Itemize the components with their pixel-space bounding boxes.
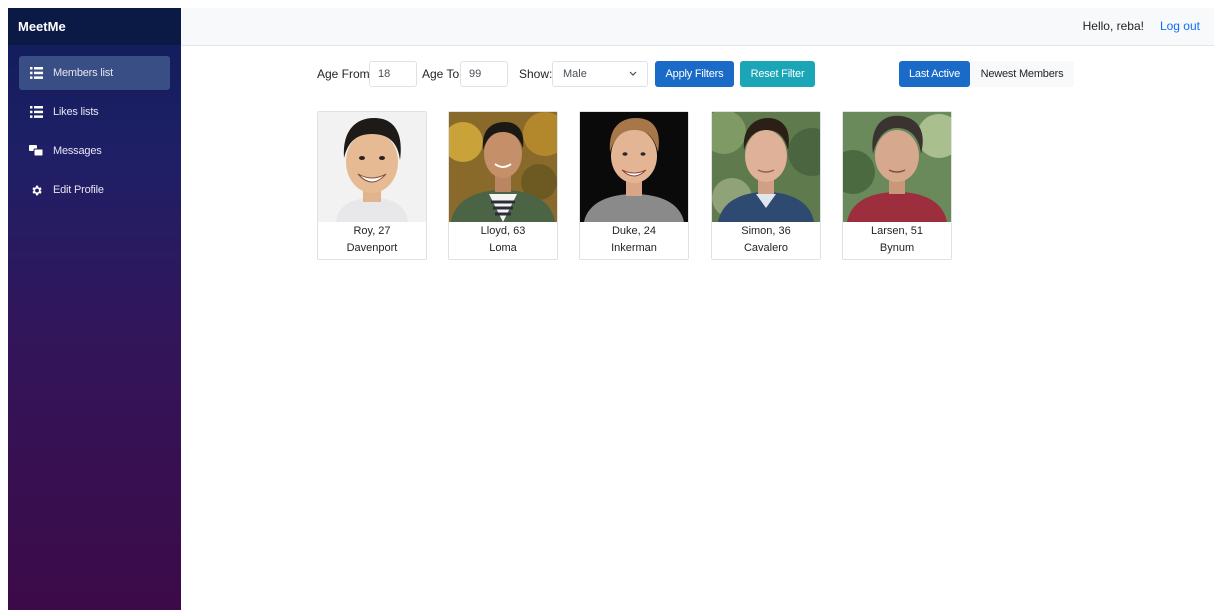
member-card[interactable]: Lloyd, 63 Loma <box>448 111 558 260</box>
gear-icon <box>29 183 43 197</box>
top-header: Hello, reba! Log out <box>181 8 1214 46</box>
sidebar-item-messages[interactable]: Messages <box>19 134 170 168</box>
member-city: Loma <box>489 242 517 254</box>
age-from-label: Age From <box>317 67 370 81</box>
age-from-input[interactable] <box>369 61 417 87</box>
app-frame: MeetMe Members list Likes lists Messages <box>8 8 1214 610</box>
logout-link[interactable]: Log out <box>1160 19 1200 33</box>
show-label: Show: <box>519 67 553 81</box>
member-name-age: Duke, 24 <box>611 225 657 237</box>
member-card[interactable]: Roy, 27 Davenport <box>317 111 427 260</box>
list-icon <box>29 66 43 80</box>
list-icon <box>29 105 43 119</box>
sidebar-item-label: Messages <box>53 145 102 157</box>
gender-select-value: Male <box>563 68 587 80</box>
member-name-age: Lloyd, 63 <box>480 225 526 237</box>
member-card[interactable]: Larsen, 51 Bynum <box>842 111 952 260</box>
sidebar-nav: Members list Likes lists Messages Edit P… <box>8 45 181 207</box>
sidebar-item-label: Members list <box>53 67 113 79</box>
sidebar-item-members-list[interactable]: Members list <box>19 56 170 90</box>
sort-last-active-button[interactable]: Last Active <box>899 61 970 87</box>
member-name-age: Larsen, 51 <box>871 225 923 237</box>
member-photo <box>580 112 688 222</box>
sidebar-item-label: Likes lists <box>53 106 99 118</box>
member-city: Inkerman <box>611 242 657 254</box>
member-card[interactable]: Simon, 36 Cavalero <box>711 111 821 260</box>
member-photo <box>712 112 820 222</box>
sort-newest-members-button[interactable]: Newest Members <box>970 61 1074 87</box>
sidebar-item-likes-lists[interactable]: Likes lists <box>19 95 170 129</box>
member-city: Cavalero <box>743 242 789 254</box>
member-photo <box>449 112 557 222</box>
apply-filters-button[interactable]: Apply Filters <box>655 61 734 87</box>
member-photo <box>318 112 426 222</box>
sidebar: MeetMe Members list Likes lists Messages <box>8 8 181 610</box>
age-to-input[interactable] <box>460 61 508 87</box>
member-city: Davenport <box>346 242 398 254</box>
member-card[interactable]: Duke, 24 Inkerman <box>579 111 689 260</box>
sidebar-item-label: Edit Profile <box>53 184 104 196</box>
member-name-age: Roy, 27 <box>353 225 391 237</box>
gender-select[interactable]: Male <box>552 61 648 87</box>
reset-filter-button[interactable]: Reset Filter <box>740 61 815 87</box>
age-to-label: Age To <box>422 67 460 81</box>
greeting-text: Hello, reba! <box>1082 19 1144 33</box>
member-city: Bynum <box>879 242 915 254</box>
sidebar-item-edit-profile[interactable]: Edit Profile <box>19 173 170 207</box>
chevron-down-icon <box>629 68 637 80</box>
brand-logo[interactable]: MeetMe <box>8 8 181 45</box>
member-name-age: Simon, 36 <box>741 225 791 237</box>
messages-icon <box>29 144 43 158</box>
member-photo <box>843 112 951 222</box>
